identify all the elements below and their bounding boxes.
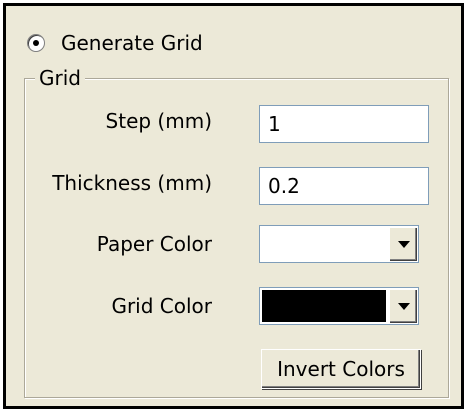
grid-groupbox: Grid Step (mm) 1 Thickness (mm) 0.2 Pape…: [24, 66, 449, 398]
chevron-down-icon: [398, 303, 410, 310]
generate-grid-radio[interactable]: [27, 34, 45, 52]
chevron-down-icon: [398, 241, 410, 248]
paper-color-swatch: [262, 228, 386, 260]
paper-color-dropdown[interactable]: [259, 225, 419, 263]
thickness-input[interactable]: 0.2: [259, 167, 429, 205]
grid-color-dropdown[interactable]: [259, 287, 419, 325]
paper-color-label: Paper Color: [96, 232, 212, 256]
grid-group-title: Grid: [35, 66, 85, 90]
step-label: Step (mm): [105, 109, 212, 133]
paper-color-dropdown-button[interactable]: [389, 227, 417, 261]
grid-color-label: Grid Color: [111, 294, 212, 318]
generate-grid-label: Generate Grid: [61, 31, 203, 55]
radio-selected-icon: [33, 40, 39, 46]
grid-color-swatch: [262, 290, 386, 322]
step-input[interactable]: 1: [259, 105, 429, 143]
invert-colors-button[interactable]: Invert Colors: [261, 349, 421, 389]
grid-settings-panel: Generate Grid Grid Step (mm) 1 Thickness…: [3, 3, 464, 409]
generate-grid-option[interactable]: Generate Grid: [27, 28, 203, 58]
grid-color-dropdown-button[interactable]: [389, 289, 417, 323]
thickness-label: Thickness (mm): [52, 171, 212, 195]
